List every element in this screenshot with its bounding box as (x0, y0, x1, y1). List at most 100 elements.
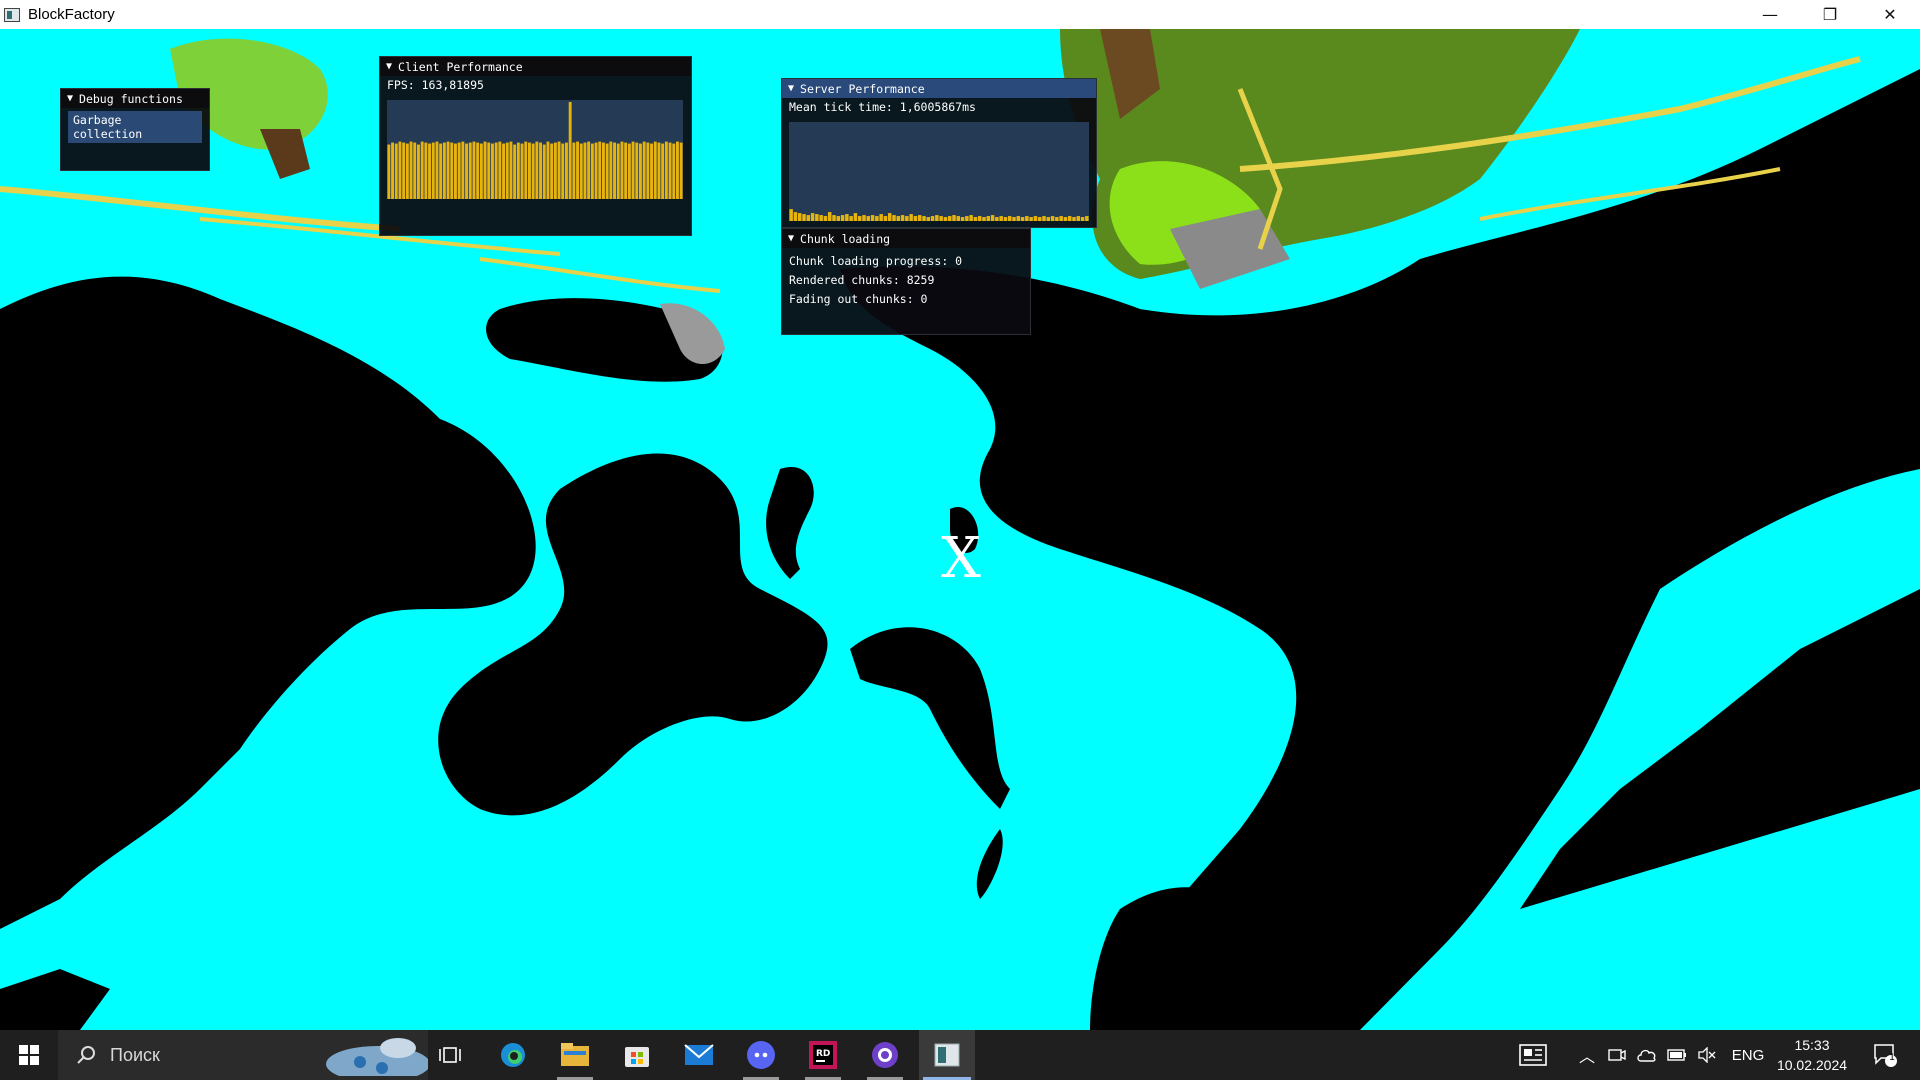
fps-bar (465, 143, 468, 199)
edge-icon (501, 1043, 525, 1067)
fps-bar (509, 141, 513, 199)
tick-time-bar (1029, 217, 1033, 221)
fps-bar (435, 141, 439, 199)
discord-icon (747, 1041, 775, 1069)
fps-bar (505, 142, 509, 199)
collapse-triangle-icon[interactable]: ▼ (788, 83, 794, 94)
fps-bar (454, 143, 457, 199)
tick-time-bar (905, 216, 909, 221)
show-hidden-icons-button[interactable]: ︿ (1576, 1030, 1598, 1080)
client-performance-header[interactable]: ▼ Client Performance (380, 57, 691, 76)
tick-time-bar (1025, 216, 1029, 221)
fps-bar (627, 143, 631, 199)
taskbar-mail[interactable] (671, 1030, 727, 1080)
tick-time-bar (990, 215, 995, 221)
tick-time-bar (832, 215, 836, 221)
fps-bar (528, 142, 531, 199)
tick-time-bar (909, 214, 913, 221)
chunk-loading-header[interactable]: ▼ Chunk loading (782, 229, 1030, 248)
fps-bar (535, 141, 539, 199)
game-viewport[interactable]: X ▼ Debug functions Garbage collection ▼… (0, 29, 1920, 1030)
fps-bar (398, 141, 402, 199)
tick-time-bar (1003, 217, 1008, 221)
tick-time-bar (1050, 216, 1055, 221)
debug-functions-title: Debug functions (79, 91, 183, 106)
tick-time-bar (913, 216, 918, 221)
taskbar-edge[interactable] (485, 1030, 541, 1080)
fps-histogram (387, 100, 683, 199)
clock-time: 15:33 (1794, 1037, 1830, 1053)
tick-time-bar (892, 215, 896, 221)
taskbar-file-explorer[interactable] (547, 1030, 603, 1080)
client-performance-title: Client Performance (398, 59, 523, 74)
camera-icon (1608, 1049, 1626, 1061)
fps-bar (620, 141, 624, 199)
rider-icon: RD (809, 1041, 837, 1069)
tick-time-bar (870, 215, 875, 221)
fps-bar (679, 142, 683, 199)
fps-bar (587, 141, 591, 199)
tick-time-bar (1007, 216, 1012, 221)
taskbar-store[interactable] (609, 1030, 665, 1080)
tray-item-volume[interactable] (1694, 1030, 1720, 1080)
tick-time-bar (956, 216, 961, 221)
language-label: ENG (1731, 1046, 1765, 1064)
task-view-button[interactable] (422, 1030, 478, 1080)
fading-out-chunks: Fading out chunks: 0 (789, 292, 928, 306)
tick-time-bar (982, 217, 986, 221)
news-widget[interactable] (1510, 1030, 1556, 1080)
tray-item-battery[interactable] (1664, 1030, 1690, 1080)
volume-muted-icon (1698, 1047, 1716, 1063)
tick-time-bar (823, 216, 828, 221)
tick-time-bar (849, 216, 853, 221)
server-performance-header[interactable]: ▼ Server Performance (782, 79, 1096, 98)
tick-time-bar (1072, 217, 1076, 221)
taskbar-rider[interactable]: RD (795, 1030, 851, 1080)
clock[interactable]: 15:33 10.02.2024 (1776, 1030, 1848, 1080)
input-language[interactable]: ENG (1726, 1030, 1770, 1080)
rendered-chunks: Rendered chunks: 8259 (789, 273, 935, 287)
tick-time-bar (815, 214, 819, 221)
notification-count: 1 (1889, 1052, 1895, 1063)
chunk-loading-title: Chunk loading (800, 231, 891, 246)
fps-bar (405, 143, 409, 199)
fps-bar (472, 141, 476, 199)
taskbar-discord[interactable] (733, 1030, 789, 1080)
tick-time-bar (1033, 216, 1038, 221)
collapse-triangle-icon[interactable]: ▼ (788, 233, 794, 244)
fps-bar (461, 141, 465, 199)
taskbar-blockfactory[interactable] (919, 1030, 975, 1080)
collapse-triangle-icon[interactable]: ▼ (67, 93, 73, 104)
minimize-button[interactable]: — (1740, 0, 1800, 29)
tray-item-onedrive[interactable] (1634, 1030, 1660, 1080)
fps-bar (605, 143, 609, 199)
maximize-button[interactable]: ❐ (1800, 0, 1860, 29)
window-controls: — ❐ ✕ (1740, 0, 1920, 29)
garbage-collection-button[interactable]: Garbage collection (68, 111, 202, 143)
window-title: BlockFactory (28, 6, 115, 23)
tick-time-bar (965, 216, 969, 221)
start-button[interactable] (0, 1030, 58, 1080)
fps-bar (491, 143, 494, 199)
fps-bar (513, 144, 517, 199)
tick-time-bars (789, 209, 1089, 221)
debug-functions-header[interactable]: ▼ Debug functions (61, 89, 209, 108)
fps-bar (594, 142, 598, 199)
tick-time-bar (995, 217, 999, 221)
tick-time-bar (827, 212, 832, 221)
fps-bar (394, 143, 398, 199)
fps-bar (542, 144, 546, 199)
notification-center-button[interactable]: 1 (1860, 1030, 1910, 1080)
taskbar-github-desktop[interactable] (857, 1030, 913, 1080)
search-placeholder: Поиск (110, 1044, 160, 1065)
crosshair: X (941, 526, 981, 591)
fps-bar (546, 141, 550, 199)
fps-bar (402, 142, 406, 199)
tick-time-bar (973, 217, 978, 221)
collapse-triangle-icon[interactable]: ▼ (386, 61, 392, 72)
taskbar-search[interactable]: Поиск (58, 1030, 428, 1080)
tray-item-camera[interactable] (1604, 1030, 1630, 1080)
app-icon (4, 7, 20, 22)
fps-bar (664, 141, 668, 199)
close-button[interactable]: ✕ (1860, 0, 1920, 29)
